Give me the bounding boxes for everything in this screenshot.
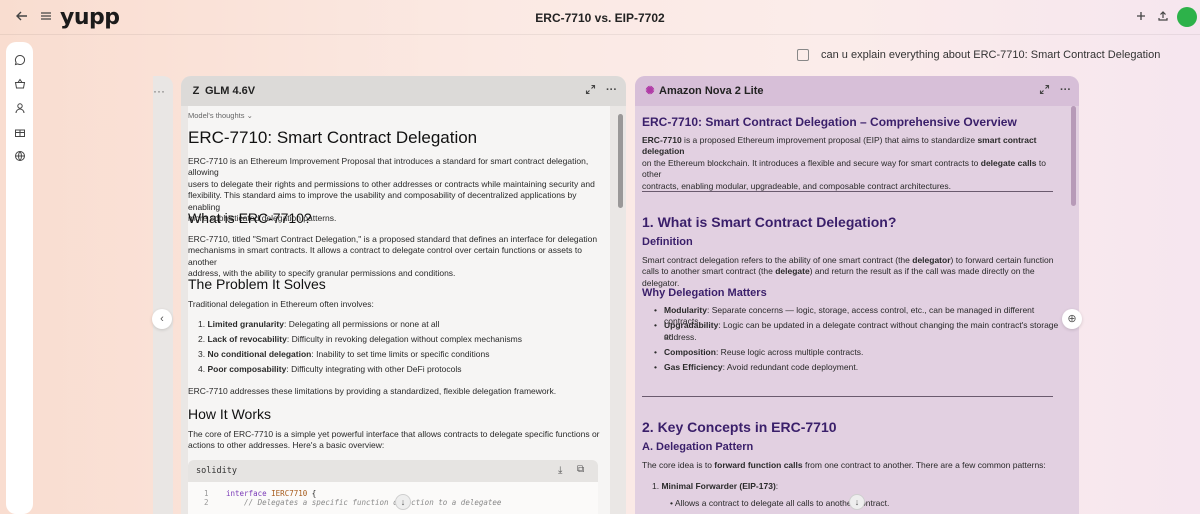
pattern-list: 1. Minimal Forwarder (EIP-173): [652, 481, 1062, 492]
avatar[interactable] [1177, 7, 1197, 27]
panel-header: ✺ Amazon Nova 2 Lite ··· [635, 76, 1079, 106]
list-item: 3. No conditional delegation: Inability … [198, 349, 490, 359]
text-line: Smart contract delegation refers to the … [642, 255, 1054, 265]
scroll-left-button[interactable]: ‹ [152, 309, 172, 329]
heading-problem: The Problem It Solves [188, 276, 326, 292]
topbar-divider [0, 34, 1200, 35]
text-line: calls to another smart contract (the del… [642, 266, 1035, 288]
more-icon[interactable]: ··· [1060, 84, 1071, 96]
text-line: mechanisms in smart contracts. It allows… [188, 245, 583, 267]
heading-how: How It Works [188, 406, 271, 422]
download-icon[interactable]: ⤓ [558, 465, 562, 476]
list-item: 1. Minimal Forwarder (EIP-173): [652, 481, 779, 491]
text-line: ERC-7710, titled "Smart Contract Delegat… [188, 234, 598, 244]
subheading-pattern: A. Delegation Pattern [642, 441, 754, 453]
list-item: 1. Limited granularity: Delegating all p… [198, 319, 440, 329]
line-number: 2 [204, 498, 209, 507]
response-content: Model's thoughts ⌄ ERC-7710: Smart Contr… [188, 106, 610, 514]
problem-outro: ERC-7710 addresses these limitations by … [188, 386, 557, 396]
chevron-down-icon: ⌄ [246, 111, 253, 120]
code-line: // Delegates a specific function or acti… [226, 498, 502, 507]
text-line: ERC-7710 is an Ethereum Improvement Prop… [188, 156, 589, 178]
divider [642, 396, 1053, 397]
intro-paragraph: ERC-7710 is a proposed Ethereum improvem… [642, 135, 1062, 192]
what-paragraph: ERC-7710, titled "Smart Contract Delegat… [188, 234, 608, 280]
thoughts-label: Model's thoughts [188, 111, 245, 120]
model-thoughts-toggle[interactable]: Model's thoughts ⌄ [188, 110, 253, 121]
code-language: solidity [196, 466, 237, 476]
previous-panel-edge: ··· [153, 76, 173, 514]
glm-logo-icon: Z [192, 85, 200, 97]
text-line: The core of ERC-7710 is a simple yet pow… [188, 429, 600, 439]
scrollbar[interactable] [618, 114, 623, 208]
heading-what: What is ERC-7710? [188, 210, 312, 226]
text-line: users to delegate their rights and permi… [188, 178, 595, 189]
globe-icon[interactable] [13, 150, 27, 164]
gift-icon[interactable] [13, 126, 27, 140]
add-model-button[interactable]: ⊕ [1062, 309, 1082, 329]
divider [642, 191, 1053, 192]
response-panel-glm: Z GLM 4.6V ··· Model's thoughts ⌄ ERC-77… [181, 76, 626, 514]
problem-intro: Traditional delegation in Ethereum often… [188, 299, 374, 309]
expand-icon[interactable] [585, 84, 596, 98]
section-heading: 2. Key Concepts in ERC-7710 [642, 419, 837, 435]
scrollbar[interactable] [1071, 106, 1076, 206]
heading-1: ERC-7710: Smart Contract Delegation [188, 128, 478, 147]
code-line: interface IERC7710 { [226, 489, 317, 498]
code-body: 1 interface IERC7710 { 2 // Delegates a … [188, 482, 598, 514]
model-name: GLM 4.6V [205, 85, 256, 97]
list-item: 4. Poor composability: Difficulty integr… [198, 364, 462, 374]
basket-icon[interactable] [13, 78, 27, 92]
list-item-continuation: address. [664, 331, 697, 342]
page-title: ERC-7710 vs. EIP-7702 [535, 11, 665, 25]
definition-paragraph: Smart contract delegation refers to the … [642, 255, 1062, 289]
chat-icon[interactable] [13, 54, 27, 68]
more-icon[interactable]: ··· [606, 84, 617, 96]
copy-icon[interactable] [797, 49, 809, 61]
user-prompt: can u explain everything about ERC-7710:… [821, 49, 1161, 61]
list-item: Gas Efficiency: Avoid redundant code dep… [664, 361, 859, 372]
response-content: ERC-7710: Smart Contract Delegation – Co… [642, 106, 1063, 514]
response-panel-nova: ✺ Amazon Nova 2 Lite ··· ERC-7710: Smart… [635, 76, 1079, 514]
text-line: actions to other addresses. Here's a bas… [188, 440, 385, 451]
share-icon[interactable] [1155, 9, 1171, 25]
problem-list: 1. Limited granularity: Delegating all p… [198, 319, 608, 379]
left-sidebar [6, 42, 33, 514]
scroll-down-button[interactable]: ↓ [395, 494, 411, 510]
top-bar: yupp ERC-7710 vs. EIP-7702 [0, 0, 1200, 34]
nova-logo-icon: ✺ [645, 85, 655, 97]
how-paragraph: The core of ERC-7710 is a simple yet pow… [188, 429, 608, 452]
user-icon[interactable] [13, 102, 27, 116]
section-heading: 1. What is Smart Contract Delegation? [642, 214, 897, 230]
sub-list-item: • Allows a contract to delegate all call… [670, 498, 890, 508]
subheading-definition: Definition [642, 236, 693, 248]
model-name: Amazon Nova 2 Lite [659, 85, 764, 97]
line-number: 1 [204, 489, 209, 498]
list-item: 2. Lack of revocability: Difficulty in r… [198, 334, 522, 344]
panel-header: Z GLM 4.6V ··· [181, 76, 626, 106]
list-item: Modularity: Separate concerns — logic, s… [664, 305, 1035, 327]
plus-icon[interactable] [1133, 9, 1149, 25]
text-line: on the Ethereum blockchain. It introduce… [642, 157, 1046, 180]
why-list: Modularity: Separate concerns — logic, s… [664, 305, 1063, 377]
list-item: Composition: Reuse logic across multiple… [664, 346, 864, 357]
text-line: ERC-7710 is a proposed Ethereum improvem… [642, 135, 1037, 157]
pattern-paragraph: The core idea is to forward function cal… [642, 460, 1046, 470]
more-icon[interactable]: ··· [153, 84, 165, 98]
bullet-markers: • • • • [654, 305, 657, 372]
copy-icon[interactable]: ⧉ [577, 464, 584, 475]
code-block: solidity ⤓ ⧉ 1 interface IERC7710 { 2 //… [188, 460, 598, 514]
expand-icon[interactable] [1039, 84, 1050, 98]
subheading-why: Why Delegation Matters [642, 287, 767, 299]
list-item: Upgradability: Logic can be updated in a… [664, 320, 1059, 342]
response-title: ERC-7710: Smart Contract Delegation – Co… [642, 115, 1017, 129]
scroll-down-button[interactable]: ↓ [849, 494, 865, 510]
